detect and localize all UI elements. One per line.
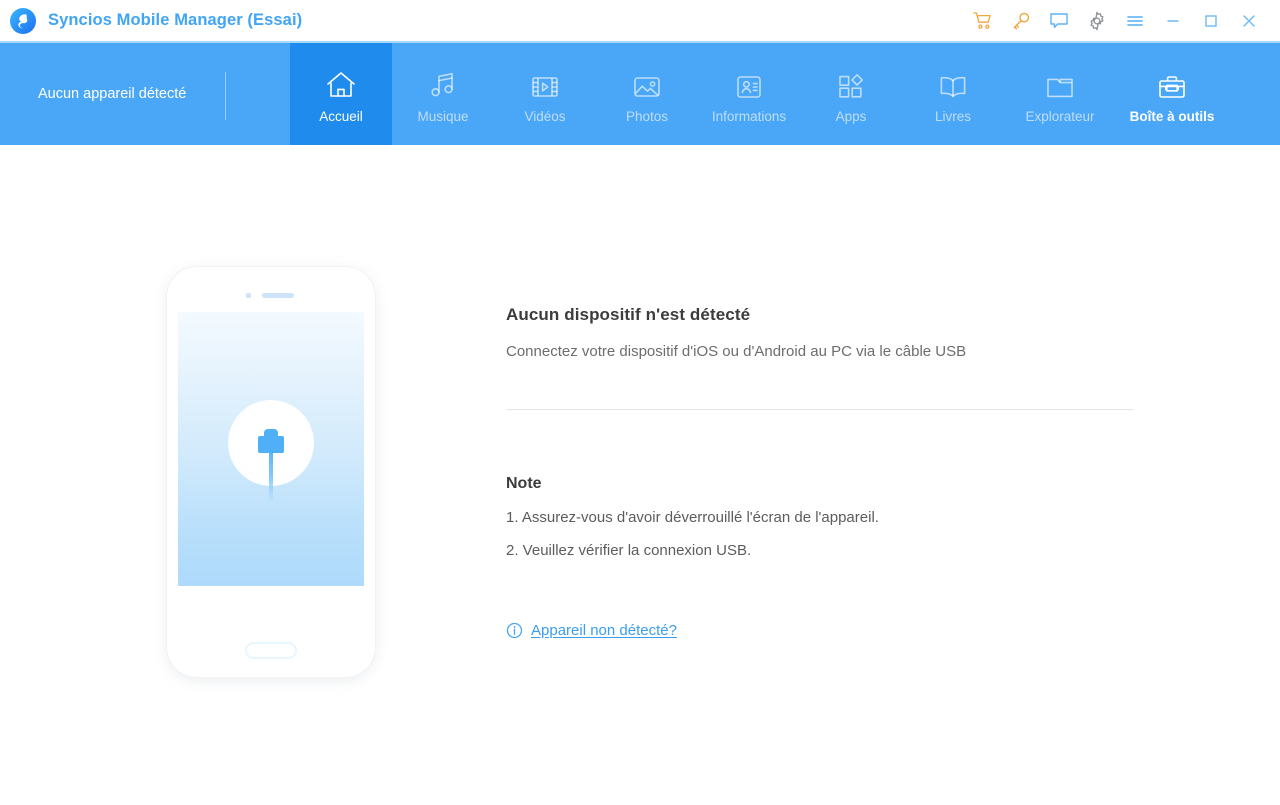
nav-label-musique: Musique xyxy=(417,109,469,124)
contact-icon xyxy=(735,64,763,100)
device-status: Aucun appareil détecté xyxy=(0,43,226,145)
note-line-2: 2. Veuillez vérifier la connexion USB. xyxy=(506,542,752,559)
folder-icon xyxy=(1045,64,1075,100)
nav-item-accueil[interactable]: Accueil xyxy=(290,43,392,145)
key-icon[interactable] xyxy=(1002,1,1040,41)
nav-item-informations[interactable]: Informations xyxy=(698,43,800,145)
nav-item-apps[interactable]: Apps xyxy=(800,43,902,145)
gear-icon[interactable] xyxy=(1078,1,1116,41)
maximize-button[interactable] xyxy=(1192,1,1230,41)
nav-item-explorateur[interactable]: Explorateur xyxy=(1004,43,1116,145)
nav-items: Accueil Musique Vidéos Photos Informatio… xyxy=(290,43,1228,145)
nav-label-apps: Apps xyxy=(835,109,867,124)
device-info-block: Aucun dispositif n'est détecté Connectez… xyxy=(506,305,1146,360)
nav-label-accueil: Accueil xyxy=(319,109,363,124)
nav-separator xyxy=(225,72,226,120)
note-title: Note xyxy=(506,475,542,492)
main-content: Aucun dispositif n'est détecté Connectez… xyxy=(0,145,1280,805)
nav-label-photos: Photos xyxy=(625,109,669,124)
phone-camera-dot xyxy=(246,293,251,298)
navigation-bar: Aucun appareil détecté Accueil Musique V… xyxy=(0,43,1280,145)
nav-label-videos: Vidéos xyxy=(524,109,566,124)
usb-plug-icon xyxy=(258,429,284,453)
no-device-headline: Aucun dispositif n'est détecté xyxy=(506,305,751,324)
no-device-subline: Connectez votre dispositif d'iOS ou d'An… xyxy=(506,343,967,360)
photo-icon xyxy=(632,64,662,100)
note-line-1: 1. Assurez-vous d'avoir déverrouillé l'é… xyxy=(506,509,879,526)
title-bar: Syncios Mobile Manager (Essai) xyxy=(0,0,1280,43)
phone-illustration xyxy=(167,267,375,677)
nav-label-explorateur: Explorateur xyxy=(1025,109,1095,124)
book-icon xyxy=(938,64,968,100)
music-icon xyxy=(428,64,458,100)
apps-icon xyxy=(837,64,865,100)
video-icon xyxy=(530,64,560,100)
nav-label-boite-a-outils: Boîte à outils xyxy=(1129,109,1215,124)
section-divider xyxy=(506,409,1134,410)
menu-icon[interactable] xyxy=(1116,1,1154,41)
phone-home-button xyxy=(245,642,297,659)
toolbox-icon xyxy=(1157,64,1187,100)
app-title: Syncios Mobile Manager (Essai) xyxy=(48,11,303,29)
cart-icon[interactable] xyxy=(964,1,1002,41)
nav-item-photos[interactable]: Photos xyxy=(596,43,698,145)
window-controls xyxy=(964,0,1268,42)
app-window: Syncios Mobile Manager (Essai) Aucun app… xyxy=(0,0,1280,805)
syncios-logo-icon xyxy=(8,6,38,36)
feedback-icon[interactable] xyxy=(1040,1,1078,41)
device-status-label: Aucun appareil détecté xyxy=(38,86,187,102)
minimize-button[interactable] xyxy=(1154,1,1192,41)
info-circle-icon xyxy=(506,622,523,639)
nav-item-videos[interactable]: Vidéos xyxy=(494,43,596,145)
note-block: Note 1. Assurez-vous d'avoir déverrouill… xyxy=(506,475,879,559)
nav-gap xyxy=(226,43,290,145)
usb-cable xyxy=(269,453,273,503)
nav-label-livres: Livres xyxy=(934,109,971,124)
nav-label-informations: Informations xyxy=(711,109,787,124)
phone-screen xyxy=(178,312,364,586)
device-not-detected-link[interactable]: Appareil non détecté? xyxy=(531,622,677,639)
help-link-row[interactable]: Appareil non détecté? xyxy=(506,622,677,639)
nav-item-livres[interactable]: Livres xyxy=(902,43,1004,145)
phone-speaker-bar xyxy=(262,293,294,298)
close-button[interactable] xyxy=(1230,1,1268,41)
nav-item-boite-a-outils[interactable]: Boîte à outils xyxy=(1116,43,1228,145)
home-icon xyxy=(325,64,357,100)
nav-item-musique[interactable]: Musique xyxy=(392,43,494,145)
